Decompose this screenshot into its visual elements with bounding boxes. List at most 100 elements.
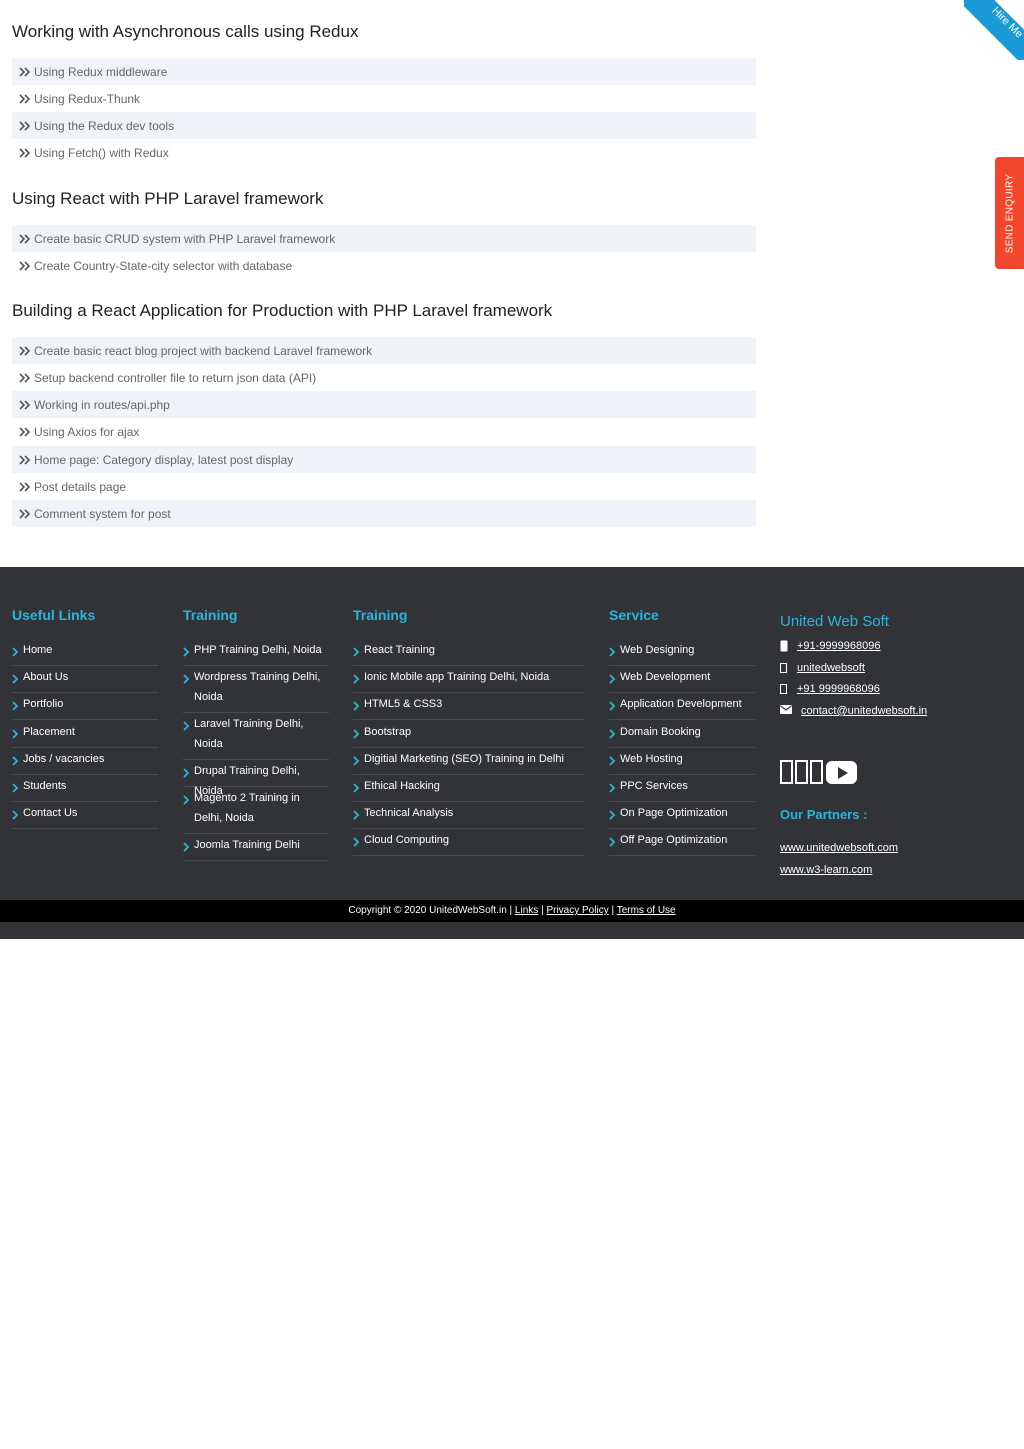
footer-link[interactable]: HTML5 & CSS3	[353, 694, 584, 720]
footer-link[interactable]: Web Development	[609, 667, 755, 693]
twitter-icon[interactable]	[795, 760, 808, 784]
send-enquiry-label: SEND ENQUIRY	[1004, 173, 1016, 253]
send-enquiry-button[interactable]: SEND ENQUIRY	[995, 157, 1024, 269]
mobile-icon	[780, 640, 790, 652]
footer-link[interactable]: Domain Booking	[609, 722, 755, 748]
partner-link[interactable]: www.unitedwebsoft.com	[780, 842, 898, 854]
chevron-right-icon	[12, 807, 19, 820]
topic-label: Using Redux-Thunk	[34, 91, 141, 106]
chevron-right-icon	[609, 780, 616, 793]
chevron-right-icon	[12, 753, 19, 766]
footer-link[interactable]: Wordpress Training Delhi, Noida	[183, 667, 329, 713]
footer-link[interactable]: Joomla Training Delhi	[183, 835, 329, 861]
list-item: Using Redux middleware	[12, 58, 756, 85]
footer-link[interactable]: Ethical Hacking	[353, 776, 584, 802]
links-link[interactable]: Links	[515, 905, 538, 916]
youtube-icon[interactable]	[826, 760, 857, 784]
chevron-right-icon	[609, 698, 616, 711]
footer-link[interactable]: React Training	[353, 640, 584, 666]
terms-of-use-link[interactable]: Terms of Use	[617, 905, 676, 916]
footer-link[interactable]: Bootstrap	[353, 722, 584, 748]
footer-link[interactable]: PHP Training Delhi, Noida	[183, 640, 329, 666]
footer-link[interactable]: Drupal Training Delhi, Noida	[183, 761, 329, 797]
double-chevron-right-icon	[19, 233, 31, 244]
chevron-right-icon	[12, 671, 19, 684]
footer-link[interactable]: Web Hosting	[609, 749, 755, 775]
topic-label: Setup backend controller file to return …	[34, 370, 317, 385]
skype-contact: unitedwebsoft	[780, 660, 865, 676]
topic-label: Using Redux middleware	[34, 64, 168, 79]
section-title: Building a React Application for Product…	[12, 301, 553, 320]
chevron-right-icon	[353, 671, 360, 684]
email-link[interactable]: contact@unitedwebsoft.in	[801, 705, 927, 717]
whatsapp-icon	[780, 683, 790, 695]
footer-link[interactable]: On Page Optimization	[609, 803, 755, 829]
footer-link[interactable]: Off Page Optimization	[609, 830, 755, 856]
copyright-bar: Copyright © 2020 UnitedWebSoft.in | Link…	[0, 900, 1024, 922]
topic-label: Using Fetch() with Redux	[34, 145, 169, 160]
list-item: Create basic CRUD system with PHP Larave…	[12, 225, 756, 252]
chevron-right-icon	[183, 671, 190, 684]
list-item: Using Redux-Thunk	[12, 85, 756, 112]
topic-label: Create basic react blog project with bac…	[34, 343, 373, 358]
list-item: Working in routes/api.php	[12, 391, 756, 418]
footer-link[interactable]: Magento 2 Training in Delhi, Noida	[183, 788, 329, 834]
chevron-right-icon	[609, 671, 616, 684]
topic-label: Create basic CRUD system with PHP Larave…	[34, 231, 336, 246]
double-chevron-right-icon	[19, 66, 31, 77]
chevron-right-icon	[609, 834, 616, 847]
skype-link[interactable]: unitedwebsoft	[797, 662, 865, 674]
footer-link[interactable]: Placement	[12, 722, 158, 748]
partner-link[interactable]: www.w3-learn.com	[780, 864, 872, 876]
hire-me-label[interactable]: Hire Me	[964, 0, 1024, 60]
whatsapp-link[interactable]: +91 9999968096	[797, 683, 880, 695]
topic-label: Working in routes/api.php	[34, 397, 170, 412]
social-links	[780, 760, 857, 784]
footer-link[interactable]: Students	[12, 776, 158, 802]
chevron-right-icon	[183, 792, 190, 805]
topic-label: Home page: Category display, latest post…	[34, 452, 294, 467]
facebook-icon[interactable]	[780, 760, 793, 784]
chevron-right-icon	[609, 807, 616, 820]
privacy-policy-link[interactable]: Privacy Policy	[546, 905, 608, 916]
topic-label: Comment system for post	[34, 506, 171, 521]
chevron-right-icon	[609, 644, 616, 657]
list-item: Using Axios for ajax	[12, 418, 756, 445]
list-item: Setup backend controller file to return …	[12, 364, 756, 391]
separator: |	[611, 905, 615, 916]
footer: Useful Links Home About Us Portfolio Pla…	[0, 567, 1024, 939]
footer-link[interactable]: Ionic Mobile app Training Delhi, Noida	[353, 667, 584, 693]
footer-link[interactable]: Cloud Computing	[353, 830, 584, 856]
footer-link[interactable]: PPC Services	[609, 776, 755, 802]
footer-link[interactable]: Home	[12, 640, 158, 666]
footer-link[interactable]: Laravel Training Delhi, Noida	[183, 714, 329, 760]
phone-contact: +91-9999968096	[780, 638, 881, 654]
footer-link[interactable]: Technical Analysis	[353, 803, 584, 829]
chevron-right-icon	[12, 698, 19, 711]
footer-link[interactable]: Portfolio	[12, 694, 158, 720]
footer-link[interactable]: Digitial Marketing (SEO) Training in Del…	[353, 749, 584, 775]
list-item: Create Country-State-city selector with …	[12, 252, 756, 279]
footer-link[interactable]: Application Development	[609, 694, 755, 720]
hire-me-ribbon[interactable]: Hire Me	[964, 0, 1024, 60]
whatsapp-contact: +91 9999968096	[780, 681, 880, 697]
double-chevron-right-icon	[19, 345, 31, 356]
footer-link[interactable]: Jobs / vacancies	[12, 749, 158, 775]
footer-link[interactable]: Web Designing	[609, 640, 755, 666]
linkedin-icon[interactable]	[810, 760, 823, 784]
phone-link[interactable]: +91-9999968096	[797, 640, 881, 652]
list-item: Using the Redux dev tools	[12, 112, 756, 139]
footer-link[interactable]: Contact Us	[12, 803, 158, 829]
chevron-right-icon	[12, 780, 19, 793]
topic-label: Using the Redux dev tools	[34, 118, 175, 133]
list-item: Post details page	[12, 473, 756, 500]
chevron-right-icon	[353, 834, 360, 847]
list-item: Create basic react blog project with bac…	[12, 337, 756, 364]
footer-link[interactable]: About Us	[12, 667, 158, 693]
chevron-right-icon	[12, 726, 19, 739]
envelope-icon	[780, 705, 792, 717]
double-chevron-right-icon	[19, 260, 31, 271]
double-chevron-right-icon	[19, 426, 31, 437]
chevron-right-icon	[609, 726, 616, 739]
footer-column-title: Service	[609, 607, 659, 623]
